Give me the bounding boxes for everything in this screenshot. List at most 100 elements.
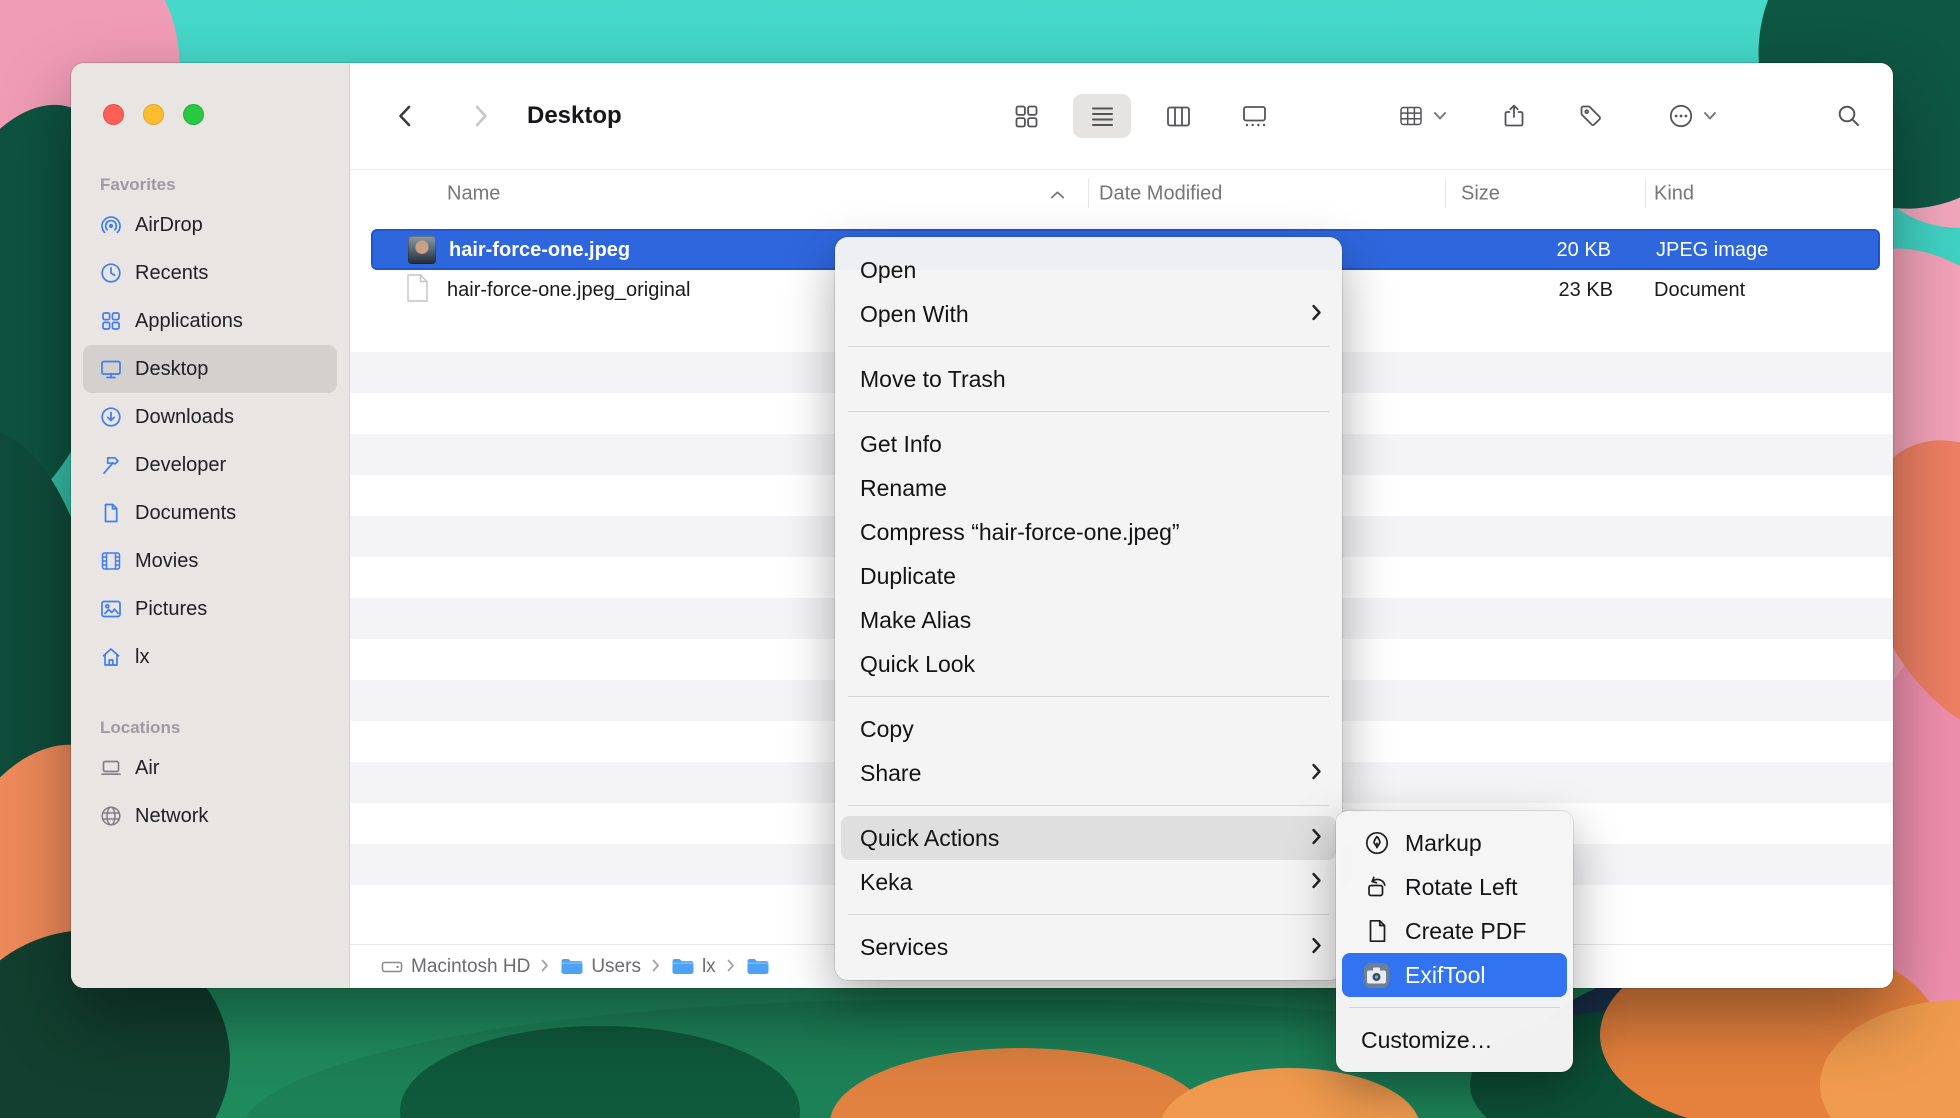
menu-item-open[interactable]: Open — [835, 248, 1342, 292]
column-header-kind[interactable]: Kind — [1654, 182, 1694, 205]
menu-item-quick-look[interactable]: Quick Look — [835, 642, 1342, 686]
submenu-item-rotate-left[interactable]: Rotate Left — [1336, 865, 1573, 909]
locations-header: Locations — [71, 717, 349, 739]
forward-button[interactable] — [467, 103, 493, 129]
sidebar-item-developer[interactable]: Developer — [83, 441, 337, 489]
more-actions-button[interactable] — [1668, 103, 1717, 130]
chevron-down-icon — [1434, 112, 1447, 121]
column-divider[interactable] — [1445, 179, 1446, 208]
sidebar-item-label: AirDrop — [135, 214, 203, 237]
gallery-view-button[interactable] — [1225, 94, 1283, 138]
sidebar-item-desktop[interactable]: Desktop — [83, 345, 337, 393]
submenu-item-label: Create PDF — [1405, 918, 1526, 945]
gallery-view-icon — [1241, 103, 1268, 130]
sidebar-item-network[interactable]: Network — [83, 792, 337, 840]
tag-icon — [1578, 103, 1605, 130]
grid-view-icon — [1013, 103, 1040, 130]
back-button[interactable] — [393, 103, 419, 129]
submenu-item-exiftool[interactable]: ExifTool — [1342, 953, 1567, 997]
ellipsis-circle-icon — [1668, 103, 1695, 130]
clock-icon — [99, 261, 123, 285]
share-button[interactable] — [1501, 103, 1528, 130]
search-button[interactable] — [1836, 103, 1863, 130]
file-kind: JPEG image — [1656, 231, 1768, 269]
path-item-folder[interactable] — [746, 957, 769, 976]
path-item-macintosh-hd[interactable]: Macintosh HD — [381, 956, 530, 978]
menu-item-services[interactable]: Services — [835, 925, 1342, 969]
close-button[interactable] — [103, 104, 124, 125]
laptop-icon — [99, 756, 123, 780]
menu-separator — [848, 411, 1329, 412]
column-header-size[interactable]: Size — [1461, 182, 1500, 205]
sidebar-item-recents[interactable]: Recents — [83, 249, 337, 297]
menu-item-compress[interactable]: Compress “hair-force-one.jpeg” — [835, 510, 1342, 554]
column-headers: Name Date Modified Size Kind — [350, 169, 1893, 218]
file-name: hair-force-one.jpeg — [449, 231, 630, 269]
sidebar-item-movies[interactable]: Movies — [83, 537, 337, 585]
menu-item-label: Copy — [860, 716, 914, 743]
sidebar-item-applications[interactable]: Applications — [83, 297, 337, 345]
path-separator-icon — [652, 956, 660, 978]
sidebar-list: Favorites AirDrop Recents Applications D… — [71, 174, 349, 840]
sidebar-item-downloads[interactable]: Downloads — [83, 393, 337, 441]
submenu-arrow-icon — [1311, 760, 1322, 787]
menu-item-label: Compress “hair-force-one.jpeg” — [860, 519, 1180, 546]
menu-item-get-info[interactable]: Get Info — [835, 422, 1342, 466]
path-separator-icon — [727, 956, 735, 978]
rotate-left-icon — [1363, 874, 1390, 901]
menu-item-make-alias[interactable]: Make Alias — [835, 598, 1342, 642]
path-label: Users — [591, 956, 641, 978]
list-view-button[interactable] — [1073, 94, 1131, 138]
submenu-item-markup[interactable]: Markup — [1336, 821, 1573, 865]
sidebar-item-airdrop[interactable]: AirDrop — [83, 201, 337, 249]
menu-item-copy[interactable]: Copy — [835, 707, 1342, 751]
desktop-icon — [99, 357, 123, 381]
menu-item-label: Move to Trash — [860, 366, 1006, 393]
menu-item-label: Duplicate — [860, 563, 956, 590]
column-header-date-modified[interactable]: Date Modified — [1099, 182, 1222, 205]
sidebar-item-air[interactable]: Air — [83, 744, 337, 792]
menu-item-rename[interactable]: Rename — [835, 466, 1342, 510]
menu-item-keka[interactable]: Keka — [835, 860, 1342, 904]
sidebar-item-home[interactable]: lx — [83, 633, 337, 681]
menu-item-label: Keka — [860, 869, 912, 896]
chevron-down-icon — [1704, 112, 1717, 121]
submenu-item-label: ExifTool — [1405, 962, 1486, 989]
sort-ascending-icon — [1050, 182, 1065, 205]
path-item-lx[interactable]: lx — [671, 956, 716, 978]
window-title: Desktop — [527, 102, 622, 130]
submenu-item-create-pdf[interactable]: Create PDF — [1336, 909, 1573, 953]
sidebar-item-documents[interactable]: Documents — [83, 489, 337, 537]
hard-drive-icon — [381, 956, 403, 978]
icon-view-button[interactable] — [997, 94, 1055, 138]
context-menu: Open Open With Move to Trash Get Info Re… — [835, 237, 1342, 980]
file-kind: Document — [1654, 270, 1745, 311]
group-icon — [1398, 103, 1425, 130]
column-view-button[interactable] — [1149, 94, 1207, 138]
menu-item-quick-actions[interactable]: Quick Actions — [841, 816, 1336, 860]
file-name: hair-force-one.jpeg_original — [447, 270, 690, 311]
submenu-item-customize[interactable]: Customize… — [1336, 1018, 1573, 1062]
menu-item-move-to-trash[interactable]: Move to Trash — [835, 357, 1342, 401]
path-separator-icon — [541, 956, 549, 978]
menu-item-share[interactable]: Share — [835, 751, 1342, 795]
path-label: Macintosh HD — [411, 956, 530, 978]
menu-item-open-with[interactable]: Open With — [835, 292, 1342, 336]
group-button[interactable] — [1398, 103, 1447, 130]
menu-item-label: Quick Look — [860, 651, 975, 678]
hammer-icon — [99, 453, 123, 477]
menu-item-label: Make Alias — [860, 607, 971, 634]
sidebar-item-label: Air — [135, 757, 159, 780]
path-item-users[interactable]: Users — [560, 956, 641, 978]
minimize-button[interactable] — [143, 104, 164, 125]
column-divider[interactable] — [1088, 179, 1089, 208]
menu-item-duplicate[interactable]: Duplicate — [835, 554, 1342, 598]
tags-button[interactable] — [1578, 103, 1605, 130]
sidebar-item-pictures[interactable]: Pictures — [83, 585, 337, 633]
zoom-button[interactable] — [183, 104, 204, 125]
sidebar-item-label: Pictures — [135, 598, 207, 621]
sidebar-item-label: Applications — [135, 310, 243, 333]
image-thumbnail — [408, 236, 436, 264]
column-header-name[interactable]: Name — [447, 182, 500, 205]
column-divider[interactable] — [1645, 179, 1646, 208]
